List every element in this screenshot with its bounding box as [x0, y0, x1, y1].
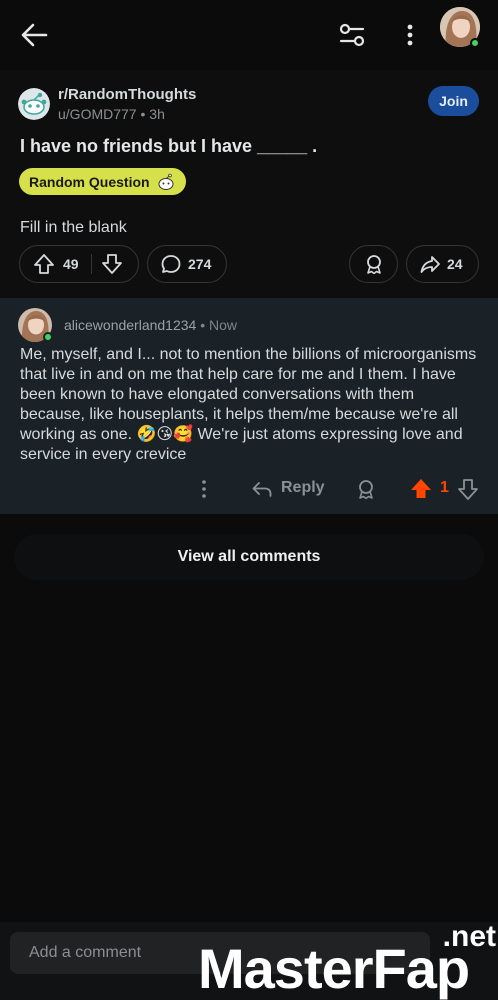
share-arrow-icon	[420, 256, 440, 273]
post-card: r/RandomThoughts u/GOMD777 • 3h Join I h…	[0, 70, 498, 298]
subreddit-snoo-icon	[18, 88, 50, 120]
join-button[interactable]: Join	[428, 86, 479, 116]
post-vote-control: 49	[19, 245, 139, 283]
comment-username[interactable]: alicewonderland1234	[64, 317, 196, 333]
comment-text: Me, myself, and I... not to mention the …	[20, 346, 477, 463]
vertical-dots-icon[interactable]	[194, 477, 214, 501]
subreddit-name[interactable]: r/RandomThoughts	[58, 86, 196, 103]
flair-label: Random Question	[29, 173, 150, 190]
post-flair[interactable]: Random Question	[19, 168, 186, 195]
award-ribbon-icon	[366, 255, 381, 275]
watermark-logo: MasterFap .net	[198, 920, 498, 1000]
top-app-bar	[0, 0, 498, 70]
reply-button[interactable]: Reply	[281, 479, 325, 497]
award-button[interactable]	[349, 245, 398, 283]
online-status-dot	[470, 38, 480, 48]
upvote-arrow-icon[interactable]	[33, 253, 55, 275]
comment-bubble-icon	[161, 255, 181, 273]
view-all-comments-button[interactable]: View all comments	[14, 534, 484, 580]
watermark-tld-text: .net	[442, 920, 496, 953]
snoo-emoji-icon	[158, 173, 174, 190]
downvote-arrow-icon[interactable]	[101, 253, 123, 275]
comments-button[interactable]: 274	[147, 245, 227, 283]
comment-count: 274	[188, 256, 212, 272]
filter-button[interactable]	[337, 20, 367, 50]
comment-card: alicewonderland1234 • Now Me, myself, an…	[0, 298, 498, 514]
post-meta: u/GOMD777 • 3h	[58, 106, 165, 122]
comment-meta: alicewonderland1234 • Now	[64, 317, 238, 333]
post-title[interactable]: I have no friends but I have _____ .	[20, 136, 317, 157]
upvote-arrow-filled-icon[interactable]	[409, 477, 433, 501]
vertical-dots-icon	[407, 24, 413, 46]
share-count: 24	[447, 256, 463, 272]
watermark-main-text: MasterFap	[198, 937, 470, 1000]
sliders-icon	[339, 23, 365, 47]
vote-divider	[91, 254, 92, 274]
subreddit-icon[interactable]	[18, 88, 50, 120]
award-ribbon-icon[interactable]	[355, 478, 377, 500]
comment-score: 1	[440, 479, 449, 496]
post-body: Fill in the blank	[20, 219, 127, 236]
downvote-arrow-icon[interactable]	[457, 477, 479, 501]
comment-actions: Reply 1	[0, 474, 498, 504]
post-author[interactable]: u/GOMD777	[58, 106, 137, 122]
post-upvote-count: 49	[63, 256, 79, 272]
post-age: 3h	[149, 106, 165, 122]
overflow-menu-button[interactable]	[398, 20, 422, 50]
comment-time: Now	[209, 317, 238, 333]
online-status-dot	[43, 332, 53, 342]
arrow-left-icon	[21, 23, 48, 47]
share-button[interactable]: 24	[406, 245, 479, 283]
reply-arrow-icon[interactable]	[251, 478, 273, 500]
back-button[interactable]	[18, 20, 50, 50]
